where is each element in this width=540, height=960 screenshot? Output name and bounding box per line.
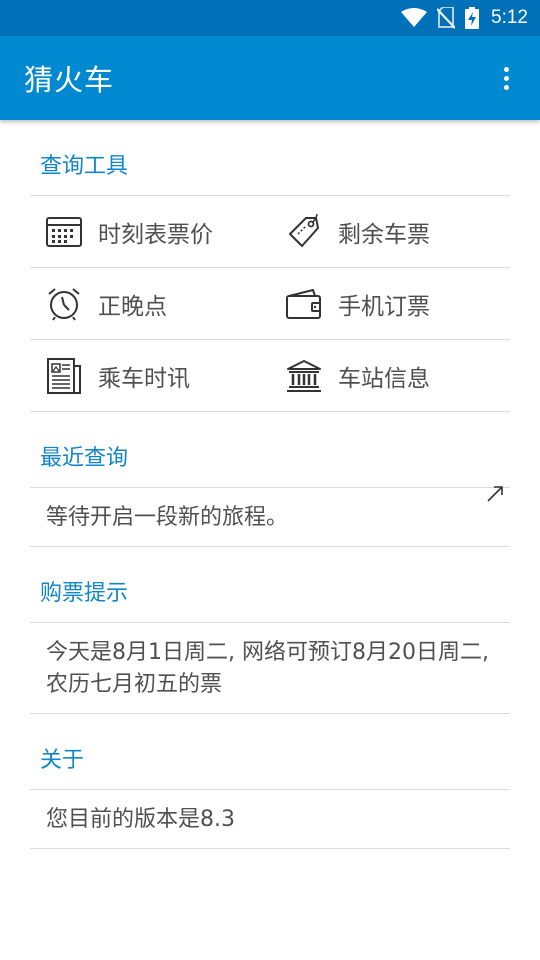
section-title-recent: 最近查询 [30,412,510,502]
overflow-menu-icon[interactable] [496,58,516,98]
main-content: 查询工具 时刻表票价 剩余车票 正晚点 手机订票 乘车时讯 车站信息 最近查询 … [0,120,540,849]
app-bar: 猜火车 [0,36,540,120]
station-building-icon [286,358,322,394]
battery-charging-icon [465,7,480,29]
tool-label: 乘车时讯 [98,365,190,392]
tool-label: 车站信息 [338,365,430,392]
status-bar: 5:12 [0,0,540,36]
app-title: 猜火车 [24,63,115,97]
tool-timetable-fare[interactable]: 时刻表票价 [30,196,270,267]
recent-query-empty-text: 等待开启一段新的旅程。 [30,488,510,547]
tool-travel-news[interactable]: 乘车时讯 [30,340,270,411]
no-sim-icon [437,7,456,29]
version-text: 您目前的版本是8.3 [30,790,510,849]
tool-row: 时刻表票价 剩余车票 [30,196,510,268]
ticket-tag-icon [286,213,322,250]
section-title-about: 关于 [30,714,510,790]
section-title-tools: 查询工具 [30,120,510,196]
wallet-icon [286,286,322,322]
tool-remaining-tickets[interactable]: 剩余车票 [270,196,510,267]
status-time: 5:12 [491,7,528,28]
tool-label: 正晚点 [98,293,167,320]
calendar-icon [46,214,82,250]
ticket-tip-text: 今天是8月1日周二, 网络可预订8月20日周二, 农历七月初五的票 [30,623,510,714]
tool-on-time-status[interactable]: 正晚点 [30,268,270,339]
wifi-icon [401,8,428,28]
tool-mobile-booking[interactable]: 手机订票 [270,268,510,339]
alarm-clock-icon [46,286,82,322]
tool-row: 正晚点 手机订票 [30,268,510,340]
expand-arrow-icon[interactable] [486,450,504,544]
tool-station-info[interactable]: 车站信息 [270,340,510,411]
section-title-tips: 购票提示 [30,547,510,623]
tool-label: 剩余车票 [338,221,430,248]
section-title-text: 最近查询 [40,446,129,471]
tool-row: 乘车时讯 车站信息 [30,340,510,412]
tool-label: 时刻表票价 [98,221,213,248]
newspaper-icon [46,357,82,394]
tool-label: 手机订票 [338,293,430,320]
